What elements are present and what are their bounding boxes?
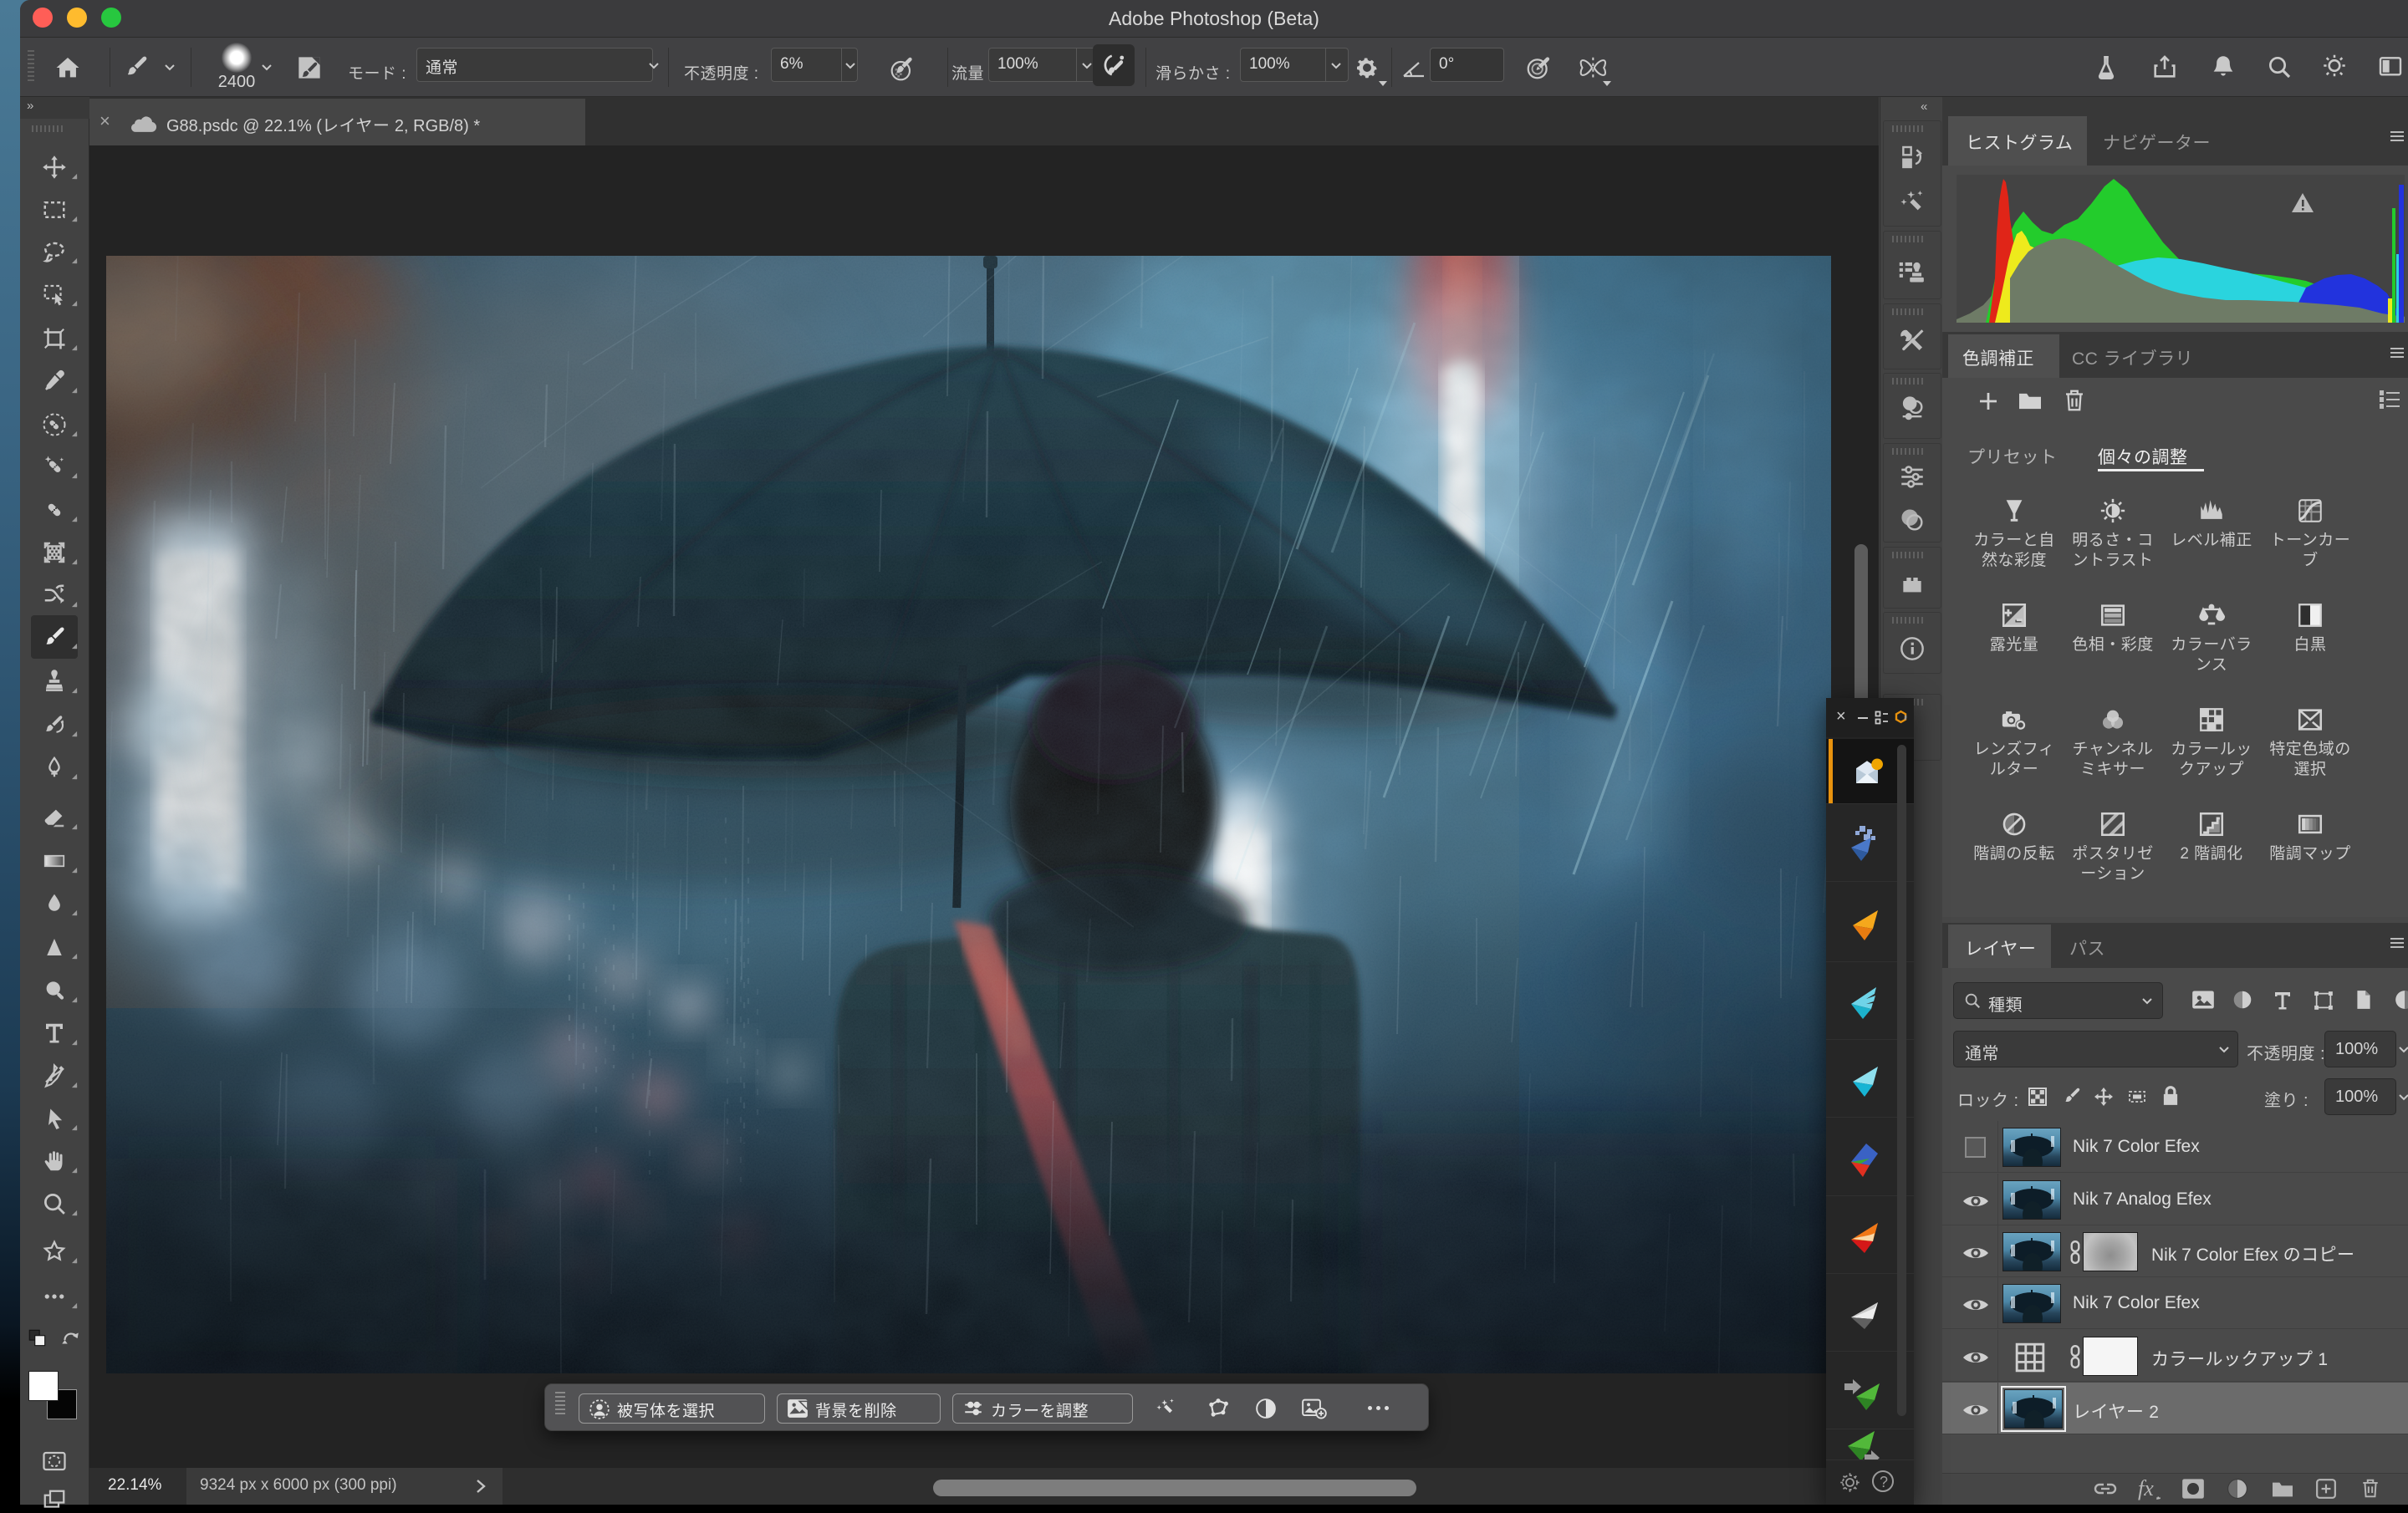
svg-text:fx: fx [2138, 1476, 2154, 1500]
